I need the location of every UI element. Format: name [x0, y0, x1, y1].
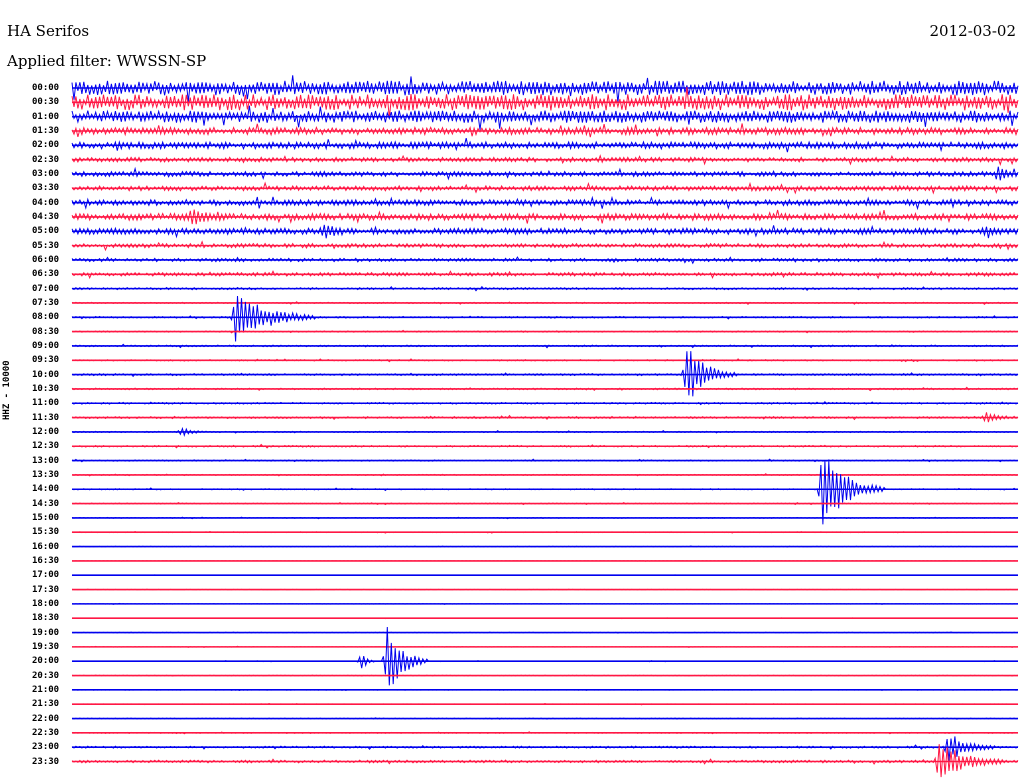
seismogram-plot: [71, 75, 1019, 778]
trace-2000: [71, 626, 1019, 686]
trace-1400: [71, 460, 1019, 525]
trace-0100: [71, 105, 1019, 130]
trace-2330: [71, 744, 1019, 778]
trace-2300: [71, 736, 1019, 761]
seismogram-page: HA Serifos 2012-03-02 Applied filter: WW…: [0, 0, 1024, 780]
